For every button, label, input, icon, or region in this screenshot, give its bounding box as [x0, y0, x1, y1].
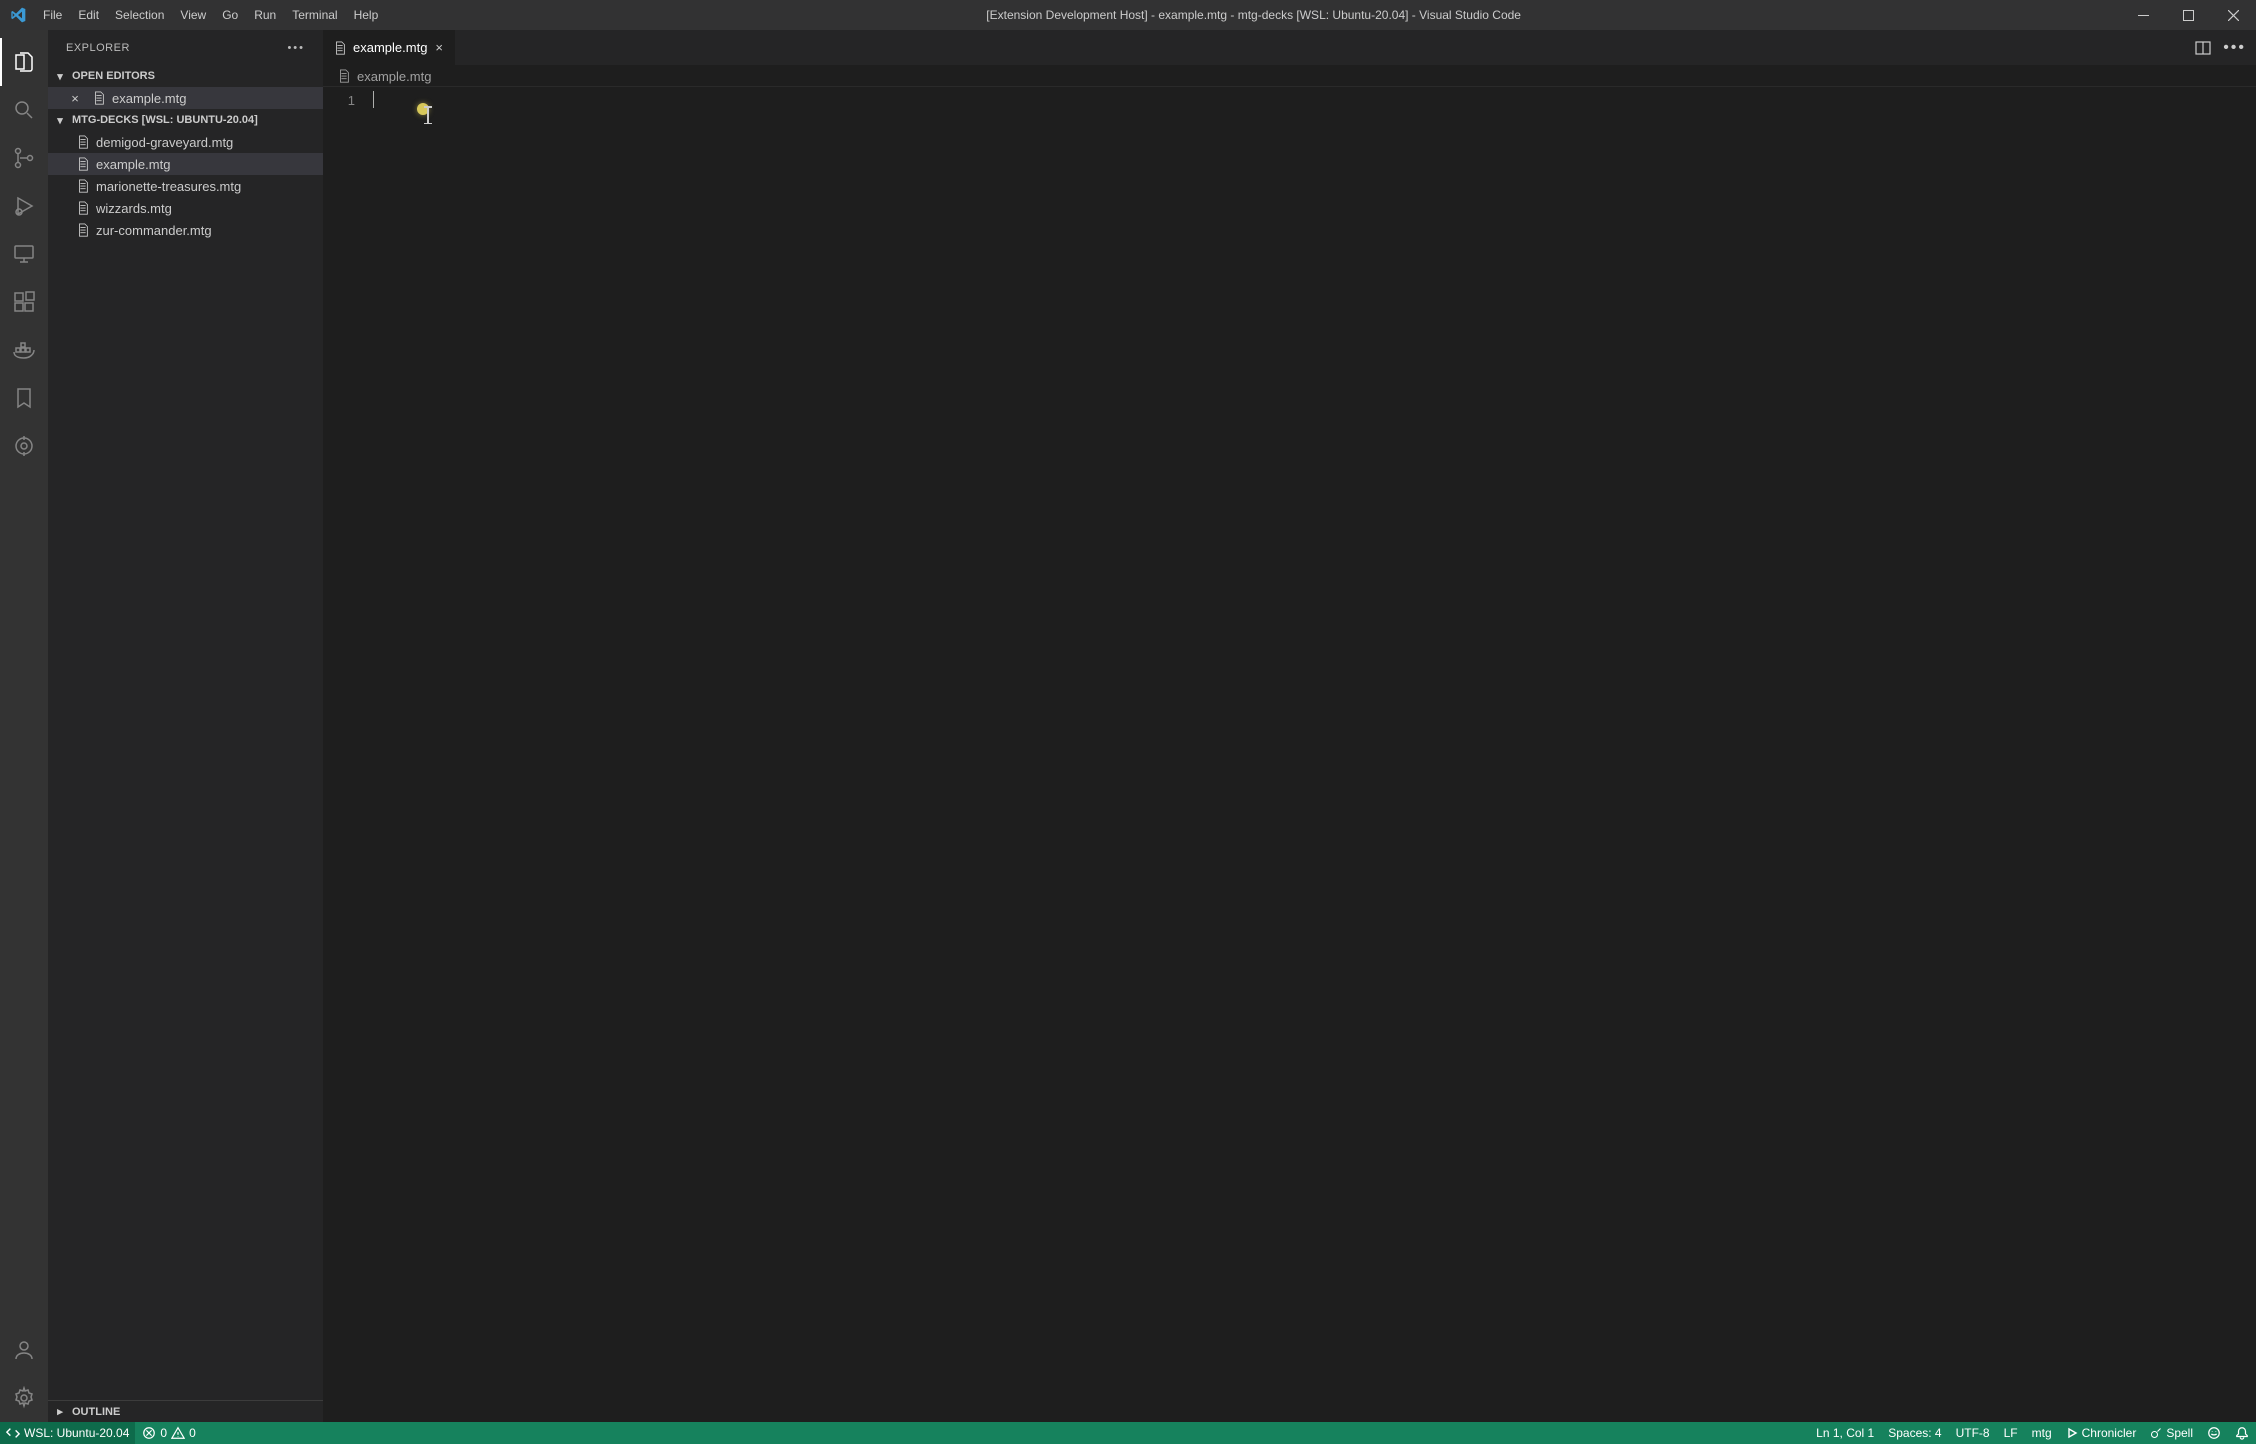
- file-icon: [333, 41, 347, 55]
- file-icon: [92, 91, 106, 105]
- activity-bar: [0, 30, 48, 1422]
- window-close-button[interactable]: [2211, 0, 2256, 30]
- file-tree-filename: wizzards.mtg: [96, 201, 172, 216]
- mouse-text-cursor-icon: [427, 106, 429, 124]
- feedback-icon[interactable]: [2200, 1422, 2228, 1444]
- file-icon: [76, 157, 90, 171]
- notifications-icon[interactable]: [2228, 1422, 2256, 1444]
- spell-status[interactable]: Spell: [2143, 1422, 2200, 1444]
- folder-label: MTG-DECKS [WSL: UBUNTU-20.04]: [72, 114, 258, 126]
- file-tree-filename: zur-commander.mtg: [96, 223, 212, 238]
- language-mode[interactable]: mtg: [2025, 1422, 2059, 1444]
- vscode-logo-icon: [0, 7, 35, 23]
- activity-gitlens-icon[interactable]: [0, 422, 48, 470]
- menu-selection[interactable]: Selection: [107, 0, 172, 30]
- chevron-down-icon: ▾: [52, 114, 68, 127]
- errors-count: 0: [160, 1426, 167, 1440]
- problems-indicator[interactable]: 0 0: [135, 1422, 202, 1444]
- open-editor-filename: example.mtg: [112, 91, 186, 106]
- explorer-sidebar: EXPLORER ••• ▾ OPEN EDITORS × example.mt…: [48, 30, 323, 1422]
- activity-run-debug-icon[interactable]: [0, 182, 48, 230]
- breadcrumb[interactable]: example.mtg: [323, 65, 2256, 87]
- text-cursor: [373, 91, 374, 108]
- outline-section[interactable]: ▸ OUTLINE: [48, 1400, 323, 1422]
- code-surface[interactable]: [373, 87, 2256, 1422]
- editor-tab[interactable]: example.mtg ×: [323, 30, 456, 65]
- sidebar-title: EXPLORER: [66, 42, 130, 54]
- editor-area: example.mtg × ••• example.mtg 1: [323, 30, 2256, 1422]
- activity-bookmark-icon[interactable]: [0, 374, 48, 422]
- chevron-down-icon: ▾: [52, 70, 68, 83]
- editor-more-icon[interactable]: •••: [2223, 39, 2246, 57]
- close-editor-icon[interactable]: ×: [64, 91, 86, 106]
- file-icon: [76, 179, 90, 193]
- chronicler-label: Chronicler: [2082, 1426, 2137, 1440]
- tab-filename: example.mtg: [353, 40, 427, 55]
- tab-close-icon[interactable]: ×: [433, 40, 445, 55]
- activity-search-icon[interactable]: [0, 86, 48, 134]
- file-tree-filename: demigod-graveyard.mtg: [96, 135, 233, 150]
- activity-remote-explorer-icon[interactable]: [0, 230, 48, 278]
- encoding-status[interactable]: UTF-8: [1949, 1422, 1997, 1444]
- editor-body[interactable]: 1: [323, 87, 2256, 1422]
- menu-file[interactable]: File: [35, 0, 70, 30]
- file-icon: [337, 69, 351, 83]
- remote-indicator[interactable]: WSL: Ubuntu-20.04: [0, 1422, 135, 1444]
- file-icon: [76, 201, 90, 215]
- file-tree-item[interactable]: marionette-treasures.mtg: [48, 175, 323, 197]
- open-editor-item[interactable]: × example.mtg: [48, 87, 323, 109]
- file-tree-item[interactable]: demigod-graveyard.mtg: [48, 131, 323, 153]
- open-editors-label: OPEN EDITORS: [72, 70, 155, 82]
- split-editor-icon[interactable]: [2195, 40, 2211, 56]
- menu-help[interactable]: Help: [346, 0, 387, 30]
- breadcrumb-file: example.mtg: [357, 69, 431, 84]
- line-number: 1: [323, 91, 355, 110]
- sidebar-more-icon[interactable]: •••: [287, 42, 305, 54]
- window-minimize-button[interactable]: [2121, 0, 2166, 30]
- file-tree-item[interactable]: example.mtg: [48, 153, 323, 175]
- file-tree-item[interactable]: wizzards.mtg: [48, 197, 323, 219]
- activity-extensions-icon[interactable]: [0, 278, 48, 326]
- menu-bar: File Edit Selection View Go Run Terminal…: [35, 0, 386, 30]
- line-gutter: 1: [323, 87, 373, 1422]
- activity-settings-icon[interactable]: [0, 1374, 48, 1422]
- activity-accounts-icon[interactable]: [0, 1326, 48, 1374]
- menu-terminal[interactable]: Terminal: [284, 0, 345, 30]
- menu-edit[interactable]: Edit: [70, 0, 107, 30]
- status-bar: WSL: Ubuntu-20.04 0 0 Ln 1, Col 1 Spaces…: [0, 1422, 2256, 1444]
- indentation-status[interactable]: Spaces: 4: [1881, 1422, 1948, 1444]
- menu-run[interactable]: Run: [246, 0, 284, 30]
- remote-label: WSL: Ubuntu-20.04: [24, 1426, 129, 1440]
- activity-source-control-icon[interactable]: [0, 134, 48, 182]
- file-icon: [76, 135, 90, 149]
- spell-label: Spell: [2166, 1426, 2193, 1440]
- open-editors-section[interactable]: ▾ OPEN EDITORS: [48, 65, 323, 87]
- window-title: [Extension Development Host] - example.m…: [386, 8, 2121, 22]
- warnings-count: 0: [189, 1426, 196, 1440]
- window-maximize-button[interactable]: [2166, 0, 2211, 30]
- activity-explorer-icon[interactable]: [0, 38, 48, 86]
- chevron-right-icon: ▸: [52, 1405, 68, 1418]
- cursor-position[interactable]: Ln 1, Col 1: [1809, 1422, 1881, 1444]
- file-icon: [76, 223, 90, 237]
- eol-status[interactable]: LF: [1997, 1422, 2025, 1444]
- outline-label: OUTLINE: [72, 1406, 120, 1418]
- chronicler-status[interactable]: Chronicler: [2059, 1422, 2144, 1444]
- menu-view[interactable]: View: [172, 0, 214, 30]
- file-tree-filename: marionette-treasures.mtg: [96, 179, 241, 194]
- titlebar: File Edit Selection View Go Run Terminal…: [0, 0, 2256, 30]
- activity-docker-icon[interactable]: [0, 326, 48, 374]
- menu-go[interactable]: Go: [214, 0, 246, 30]
- file-tree-item[interactable]: zur-commander.mtg: [48, 219, 323, 241]
- editor-tabs: example.mtg × •••: [323, 30, 2256, 65]
- folder-section[interactable]: ▾ MTG-DECKS [WSL: UBUNTU-20.04]: [48, 109, 323, 131]
- file-tree-filename: example.mtg: [96, 157, 170, 172]
